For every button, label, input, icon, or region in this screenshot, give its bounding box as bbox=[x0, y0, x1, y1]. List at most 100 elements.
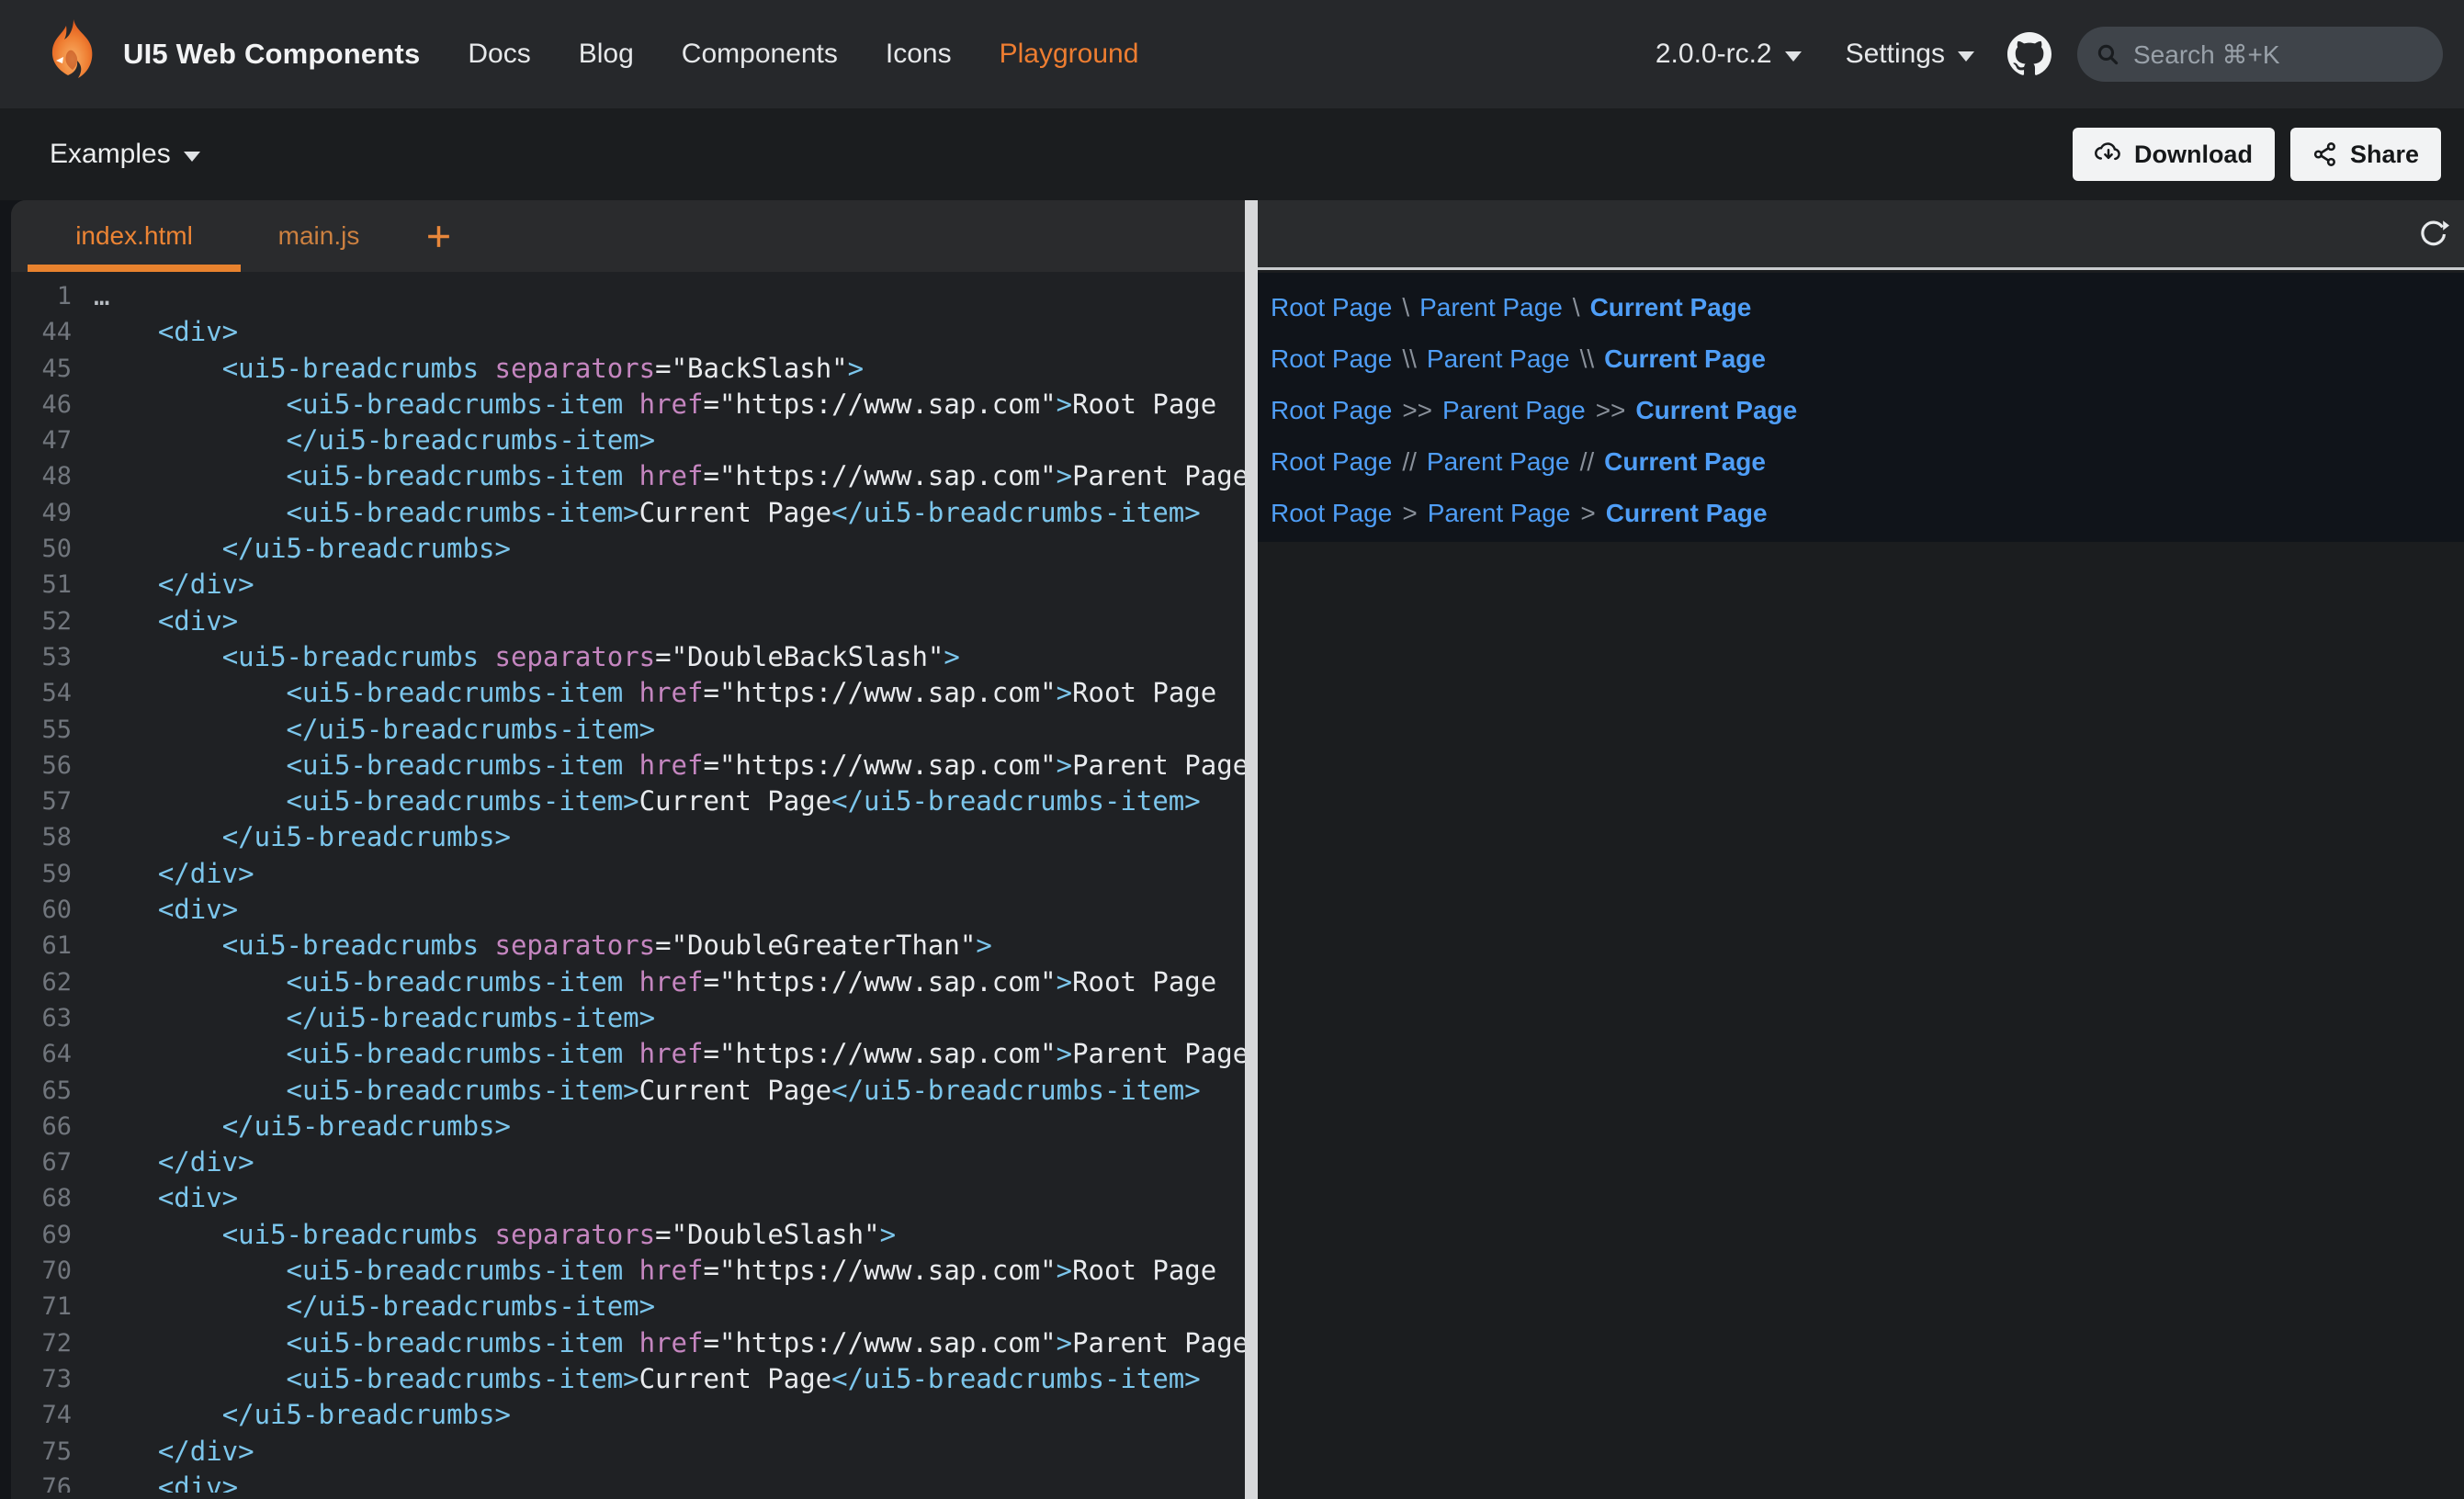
code-line[interactable]: 70 <ui5-breadcrumbs-item href="https://w… bbox=[11, 1253, 1245, 1289]
code-line[interactable]: 49 <ui5-breadcrumbs-item>Current Page</u… bbox=[11, 495, 1245, 531]
nav-link-icons[interactable]: Icons bbox=[886, 39, 952, 70]
code-line[interactable]: 47 </ui5-breadcrumbs-item> bbox=[11, 423, 1245, 458]
settings-dropdown[interactable]: Settings bbox=[1846, 39, 1974, 70]
refresh-button[interactable] bbox=[2416, 218, 2449, 251]
github-link[interactable] bbox=[2007, 32, 2051, 76]
code-line[interactable]: 56 <ui5-breadcrumbs-item href="https://w… bbox=[11, 748, 1245, 783]
breadcrumb-link[interactable]: Parent Page bbox=[1428, 499, 1571, 528]
breadcrumb-separator: > bbox=[1580, 499, 1595, 528]
code-line[interactable]: 75 </div> bbox=[11, 1434, 1245, 1470]
preview-frame: Root Page\Parent Page\Current PageRoot P… bbox=[1258, 273, 2464, 542]
code-line[interactable]: 1… bbox=[11, 278, 1245, 314]
breadcrumb-link[interactable]: Parent Page bbox=[1442, 396, 1586, 425]
breadcrumb-current[interactable]: Current Page bbox=[1604, 344, 1766, 374]
code-line[interactable]: 50 </ui5-breadcrumbs> bbox=[11, 531, 1245, 567]
line-number: 46 bbox=[11, 387, 72, 423]
tab-main-js[interactable]: main.js bbox=[241, 200, 397, 272]
breadcrumb-current[interactable]: Current Page bbox=[1606, 499, 1768, 528]
breadcrumb-link[interactable]: Root Page bbox=[1271, 447, 1392, 477]
code-line[interactable]: 64 <ui5-breadcrumbs-item href="https://w… bbox=[11, 1036, 1245, 1072]
breadcrumb-link[interactable]: Parent Page bbox=[1419, 293, 1563, 322]
tab-index-html[interactable]: index.html bbox=[28, 200, 241, 272]
code-text: <ui5-breadcrumbs-item>Current Page</ui5-… bbox=[94, 783, 1201, 819]
breadcrumb-link[interactable]: Parent Page bbox=[1427, 344, 1570, 374]
code-line[interactable]: 54 <ui5-breadcrumbs-item href="https://w… bbox=[11, 675, 1245, 711]
code-line[interactable]: 66 </ui5-breadcrumbs> bbox=[11, 1109, 1245, 1144]
nav-link-docs[interactable]: Docs bbox=[468, 39, 530, 70]
code-line[interactable]: 52 <div> bbox=[11, 603, 1245, 639]
brand[interactable]: UI5 Web Components bbox=[35, 16, 420, 93]
breadcrumb-link[interactable]: Root Page bbox=[1271, 344, 1392, 374]
code-text: </ui5-breadcrumbs-item> bbox=[94, 712, 655, 748]
code-line[interactable]: 67 </div> bbox=[11, 1144, 1245, 1180]
code-line[interactable]: 73 <ui5-breadcrumbs-item>Current Page</u… bbox=[11, 1361, 1245, 1397]
breadcrumb-separator: >> bbox=[1402, 396, 1432, 425]
code-line[interactable]: 60 <div> bbox=[11, 892, 1245, 928]
breadcrumb-link[interactable]: Parent Page bbox=[1427, 447, 1570, 477]
download-button[interactable]: Download bbox=[2073, 128, 2275, 181]
code-line[interactable]: 51 </div> bbox=[11, 567, 1245, 603]
line-number: 74 bbox=[11, 1397, 72, 1433]
code-line[interactable]: 65 <ui5-breadcrumbs-item>Current Page</u… bbox=[11, 1073, 1245, 1109]
nav-link-blog[interactable]: Blog bbox=[579, 39, 634, 70]
add-tab-button[interactable] bbox=[424, 200, 453, 272]
examples-dropdown[interactable]: Examples bbox=[50, 139, 200, 170]
line-number: 58 bbox=[11, 819, 72, 855]
code-text: <ui5-breadcrumbs-item>Current Page</ui5-… bbox=[94, 1361, 1201, 1397]
breadcrumb-current[interactable]: Current Page bbox=[1604, 447, 1766, 477]
code-text: <ui5-breadcrumbs-item href="https://www.… bbox=[94, 1036, 1245, 1072]
breadcrumb-link[interactable]: Root Page bbox=[1271, 293, 1392, 322]
line-number: 1 bbox=[11, 278, 72, 314]
breadcrumb-link[interactable]: Root Page bbox=[1271, 499, 1392, 528]
code-area[interactable]: 1…44 <div>45 <ui5-breadcrumbs separators… bbox=[11, 272, 1245, 1493]
code-text: <ui5-breadcrumbs separators="DoubleBackS… bbox=[94, 639, 960, 675]
editor-tabbar: index.html main.js bbox=[11, 200, 1245, 272]
breadcrumb-separator: > bbox=[1402, 499, 1417, 528]
splitter-handle[interactable] bbox=[1245, 200, 1258, 1499]
code-line[interactable]: 63 </ui5-breadcrumbs-item> bbox=[11, 1000, 1245, 1036]
breadcrumb-current[interactable]: Current Page bbox=[1590, 293, 1752, 322]
code-text: <ui5-breadcrumbs-item href="https://www.… bbox=[94, 1325, 1245, 1361]
breadcrumb-separator: \ bbox=[1573, 293, 1580, 322]
code-line[interactable]: 61 <ui5-breadcrumbs separators="DoubleGr… bbox=[11, 928, 1245, 964]
code-line[interactable]: 55 </ui5-breadcrumbs-item> bbox=[11, 712, 1245, 748]
code-line[interactable]: 72 <ui5-breadcrumbs-item href="https://w… bbox=[11, 1325, 1245, 1361]
share-nodes-icon bbox=[2312, 141, 2338, 167]
code-line[interactable]: 74 </ui5-breadcrumbs> bbox=[11, 1397, 1245, 1433]
search-input[interactable]: Search ⌘+K bbox=[2077, 27, 2443, 82]
code-line[interactable]: 71 </ui5-breadcrumbs-item> bbox=[11, 1289, 1245, 1324]
code-text: <ui5-breadcrumbs-item href="https://www.… bbox=[94, 458, 1245, 494]
code-text: <div> bbox=[94, 1470, 238, 1493]
share-button[interactable]: Share bbox=[2290, 128, 2441, 181]
version-dropdown[interactable]: 2.0.0-rc.2 bbox=[1656, 39, 1802, 70]
top-navbar: UI5 Web Components Docs Blog Components Ico… bbox=[0, 0, 2464, 108]
tab-label: index.html bbox=[75, 221, 193, 251]
breadcrumbs-row: Root Page//Parent Page//Current Page bbox=[1258, 436, 2464, 488]
code-line[interactable]: 69 <ui5-breadcrumbs separators="DoubleSl… bbox=[11, 1217, 1245, 1253]
code-line[interactable]: 58 </ui5-breadcrumbs> bbox=[11, 819, 1245, 855]
line-number: 45 bbox=[11, 351, 72, 387]
line-number: 57 bbox=[11, 783, 72, 819]
code-line[interactable]: 76 <div> bbox=[11, 1470, 1245, 1493]
code-line[interactable]: 68 <div> bbox=[11, 1180, 1245, 1216]
nav-link-components[interactable]: Components bbox=[682, 39, 838, 70]
breadcrumb-link[interactable]: Root Page bbox=[1271, 396, 1392, 425]
code-text: <ui5-breadcrumbs-item href="https://www.… bbox=[94, 675, 1216, 711]
code-line[interactable]: 45 <ui5-breadcrumbs separators="BackSlas… bbox=[11, 351, 1245, 387]
code-line[interactable]: 57 <ui5-breadcrumbs-item>Current Page</u… bbox=[11, 783, 1245, 819]
code-line[interactable]: 44 <div> bbox=[11, 314, 1245, 350]
breadcrumb-current[interactable]: Current Page bbox=[1635, 396, 1797, 425]
breadcrumb-separator: // bbox=[1402, 447, 1417, 477]
code-line[interactable]: 62 <ui5-breadcrumbs-item href="https://w… bbox=[11, 964, 1245, 1000]
code-line[interactable]: 48 <ui5-breadcrumbs-item href="https://w… bbox=[11, 458, 1245, 494]
code-line[interactable]: 59 </div> bbox=[11, 856, 1245, 892]
nav-link-playground[interactable]: Playground bbox=[1000, 39, 1139, 70]
line-number: 49 bbox=[11, 495, 72, 531]
code-text: </ui5-breadcrumbs-item> bbox=[94, 1000, 655, 1036]
code-text: </ui5-breadcrumbs> bbox=[94, 1397, 511, 1433]
code-text: <ui5-breadcrumbs-item>Current Page</ui5-… bbox=[94, 1073, 1201, 1109]
line-number: 70 bbox=[11, 1253, 72, 1289]
preview-toolbar bbox=[1258, 200, 2464, 270]
code-line[interactable]: 53 <ui5-breadcrumbs separators="DoubleBa… bbox=[11, 639, 1245, 675]
code-line[interactable]: 46 <ui5-breadcrumbs-item href="https://w… bbox=[11, 387, 1245, 423]
